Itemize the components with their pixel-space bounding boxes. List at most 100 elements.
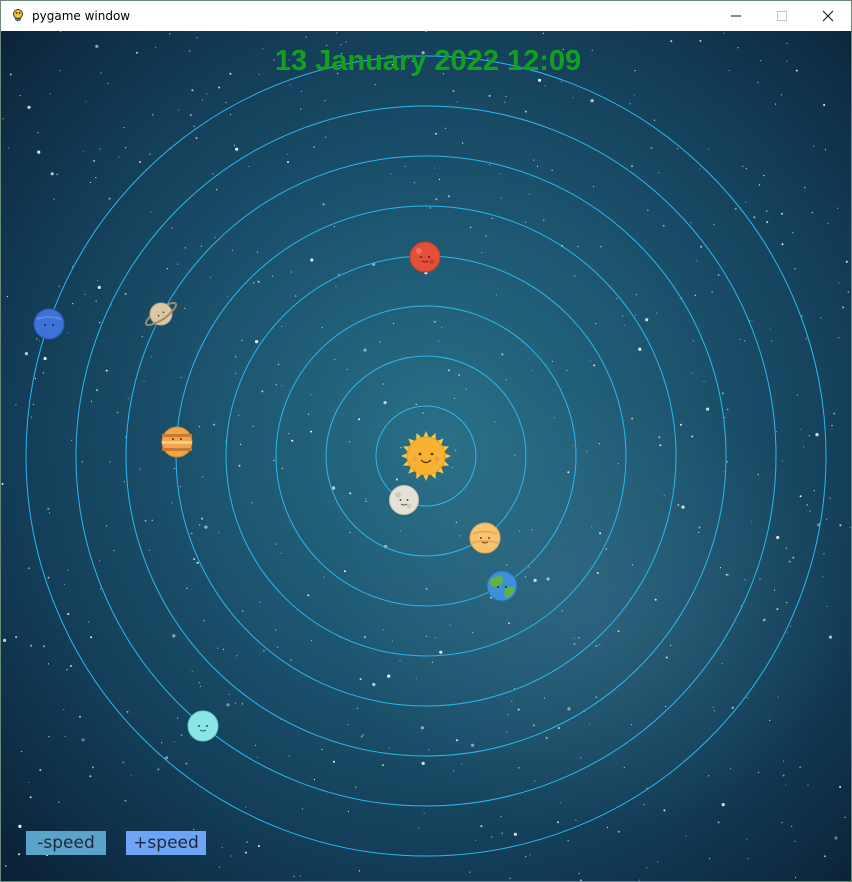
- star: [291, 439, 294, 442]
- star: [708, 775, 710, 777]
- star: [347, 723, 349, 726]
- star: [191, 89, 194, 92]
- title-bar[interactable]: pygame window: [1, 1, 851, 31]
- star: [234, 702, 236, 704]
- star: [277, 646, 279, 648]
- star: [258, 73, 260, 76]
- star: [435, 132, 438, 135]
- star: [759, 183, 761, 185]
- star: [796, 394, 799, 396]
- speed-down-button[interactable]: -speed: [26, 831, 106, 855]
- star: [488, 94, 491, 97]
- star: [505, 379, 507, 381]
- star: [654, 598, 657, 601]
- star: [193, 558, 196, 561]
- star: [390, 173, 392, 175]
- star: [288, 755, 290, 757]
- star: [24, 352, 28, 356]
- star: [795, 69, 798, 72]
- star: [245, 806, 247, 808]
- jupiter-icon: [161, 426, 193, 458]
- star: [275, 384, 277, 386]
- star: [631, 417, 634, 420]
- star: [139, 468, 141, 470]
- star: [95, 177, 97, 179]
- star: [480, 825, 483, 828]
- star: [509, 877, 511, 879]
- star: [238, 414, 240, 416]
- star: [43, 356, 47, 361]
- star: [804, 187, 806, 189]
- star: [79, 715, 81, 718]
- star: [48, 512, 51, 514]
- star: [107, 82, 109, 84]
- star: [300, 108, 302, 110]
- star: [177, 263, 179, 265]
- star: [658, 436, 661, 439]
- star: [310, 639, 313, 642]
- star: [321, 748, 323, 751]
- maximize-button[interactable]: [759, 1, 805, 31]
- star: [766, 210, 768, 212]
- close-button[interactable]: [805, 1, 851, 31]
- star: [826, 518, 828, 520]
- star: [763, 175, 765, 177]
- app-window: pygame window 13 January 2022 12:09 -spe…: [0, 0, 852, 882]
- star: [193, 125, 196, 128]
- star: [67, 613, 70, 615]
- star: [534, 780, 536, 782]
- minimize-icon: [731, 15, 741, 17]
- star: [823, 553, 825, 555]
- star: [713, 710, 716, 712]
- star: [214, 236, 216, 238]
- star: [66, 669, 68, 671]
- star: [400, 447, 402, 449]
- star: [198, 426, 200, 428]
- star: [313, 778, 316, 781]
- star: [49, 93, 51, 95]
- star: [837, 207, 839, 209]
- star: [663, 494, 665, 496]
- star: [538, 78, 542, 82]
- star: [222, 648, 224, 650]
- star: [69, 665, 72, 667]
- star: [577, 636, 580, 639]
- star: [173, 741, 175, 743]
- star: [56, 173, 58, 175]
- star: [150, 211, 152, 213]
- star: [532, 724, 535, 727]
- star: [507, 622, 510, 625]
- star: [151, 519, 153, 521]
- star: [690, 222, 692, 224]
- star: [561, 610, 563, 612]
- star: [726, 408, 728, 410]
- star: [382, 383, 384, 385]
- star: [782, 774, 785, 777]
- star: [607, 826, 609, 829]
- star: [698, 526, 701, 529]
- maximize-icon: [777, 11, 787, 21]
- star: [465, 388, 467, 390]
- star: [680, 423, 682, 426]
- star: [665, 656, 668, 659]
- star: [47, 663, 50, 665]
- star: [712, 706, 715, 709]
- star: [646, 867, 648, 869]
- star: [617, 463, 620, 465]
- star: [178, 109, 180, 111]
- star: [831, 425, 833, 427]
- star: [491, 217, 493, 220]
- minimize-button[interactable]: [713, 1, 759, 31]
- speed-up-button[interactable]: +speed: [126, 831, 206, 855]
- star: [452, 89, 455, 92]
- star: [504, 101, 506, 103]
- star: [746, 838, 748, 840]
- star: [349, 492, 352, 495]
- star: [591, 526, 593, 528]
- star: [245, 841, 248, 844]
- star: [751, 520, 753, 522]
- star: [567, 471, 570, 474]
- star: [599, 644, 601, 646]
- game-canvas[interactable]: 13 January 2022 12:09 -speed +speed: [1, 31, 851, 881]
- star: [529, 854, 531, 856]
